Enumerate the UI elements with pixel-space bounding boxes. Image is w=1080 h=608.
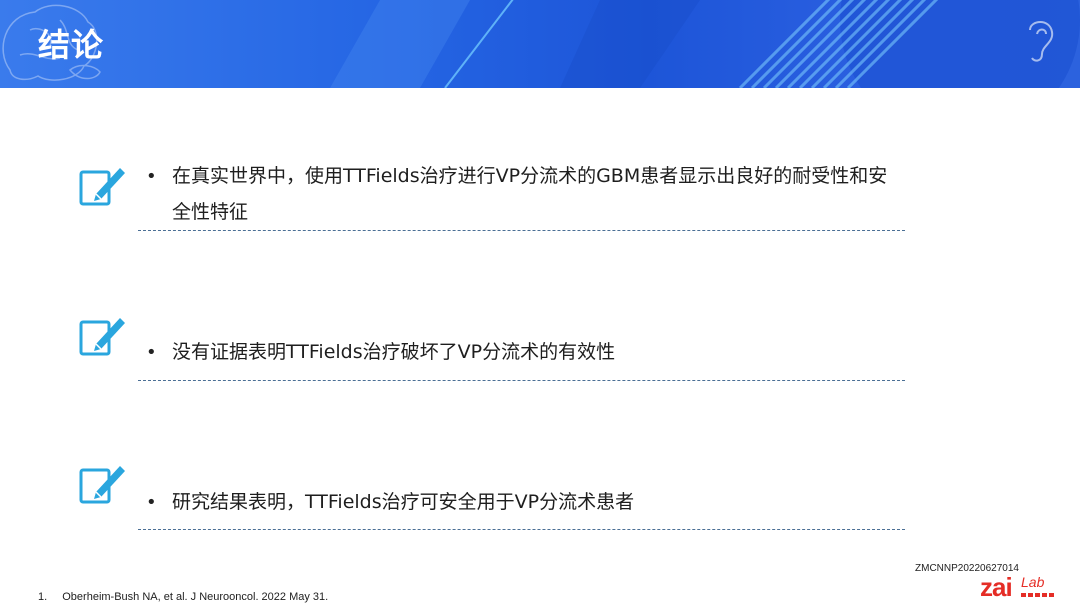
bullet: • <box>146 492 157 513</box>
company-logo: zai Lab <box>980 572 1060 604</box>
footnote-text: Oberheim-Bush NA, et al. J Neurooncol. 2… <box>62 591 329 603</box>
page-title: 结论 <box>38 26 105 64</box>
logo-main-text: zai <box>980 572 1013 602</box>
bullet: • <box>146 166 157 187</box>
conclusion-text-2: 没有证据表明TTFields治疗破坏了VP分流术的有效性 <box>172 341 616 363</box>
logo-cn-mark <box>1021 593 1055 597</box>
divider <box>138 230 905 231</box>
edit-pen-icon <box>79 318 125 356</box>
header-banner: 结论 <box>0 0 1080 88</box>
footnote: 1. Oberheim-Bush NA, et al. J Neurooncol… <box>38 591 328 603</box>
header-decoration <box>2 0 1080 88</box>
logo-sub-text: Lab <box>1021 574 1045 590</box>
conclusion-text-1: 在真实世界中，使用TTFields治疗进行VP分流术的GBM患者显示出良好的耐受… <box>172 165 888 223</box>
footnote-number: 1. <box>38 591 48 603</box>
divider <box>138 529 905 530</box>
divider <box>138 380 905 381</box>
conclusion-text-3: 研究结果表明，TTFields治疗可安全用于VP分流术患者 <box>172 491 635 513</box>
edit-pen-icon <box>79 466 125 504</box>
bullet: • <box>146 342 157 363</box>
edit-pen-icon <box>79 168 125 206</box>
